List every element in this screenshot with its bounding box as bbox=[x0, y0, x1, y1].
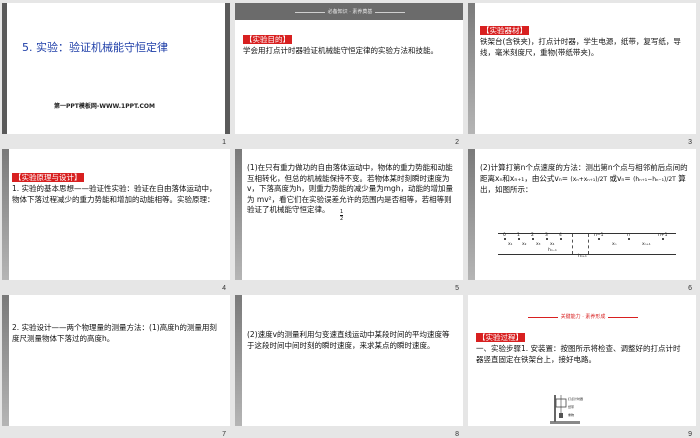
tape-dot bbox=[560, 238, 562, 240]
tape-dot bbox=[598, 238, 600, 240]
slide-side-strip bbox=[2, 295, 9, 426]
tape-label: n bbox=[627, 233, 630, 238]
tape-label: 4 bbox=[559, 233, 562, 238]
section-tag: 【实验目的】 bbox=[243, 35, 292, 44]
slide-border-right bbox=[225, 3, 230, 134]
tape-label: n−1 bbox=[594, 233, 604, 238]
slide-thumbnail[interactable]: 2. 实验设计——两个物理量的测量方法：(1)高度h的测量用刻度尺测量物体下落过… bbox=[2, 295, 230, 426]
slide-number: 4 bbox=[222, 285, 226, 292]
fraction-denominator: 2 bbox=[340, 216, 344, 222]
slide-body: 1. 实验的基本思想——验证性实验：验证在自由落体运动中，物体下落过程减少的重力… bbox=[12, 184, 217, 204]
slide-side-strip bbox=[468, 3, 475, 134]
slide-thumbnail[interactable]: 【实验器材】 铁架台(含铁夹)，打点计时器，学生电源，纸带，复写纸，导线，毫米刻… bbox=[468, 3, 696, 134]
tape-label: 1 bbox=[517, 233, 520, 238]
section-ribbon: 必备知识 · 素养奠基 bbox=[295, 8, 405, 17]
slide-title: 5. 实验：验证机械能守恒定律 bbox=[22, 41, 168, 54]
tape-h-label: hₙ₋₁ bbox=[548, 248, 557, 253]
slide-grid: 5. 实验：验证机械能守恒定律 第一PPT模板网-WWW.1PPT.COM 1 … bbox=[0, 0, 700, 438]
slide-body: 铁架台(含铁夹)，打点计时器，学生电源，纸带，复写纸，导线，毫米刻度尺，重物(带… bbox=[480, 37, 681, 57]
section-tag: 【实验过程】 bbox=[476, 333, 525, 342]
slide-thumbnail[interactable]: (2)速度v的测量利用匀变速直线运动中某段时间的平均速度等于这段时间中间时刻的瞬… bbox=[235, 295, 463, 426]
slide-number: 2 bbox=[455, 139, 459, 146]
tape-x-label: x₄ bbox=[550, 242, 555, 247]
slide-side-strip bbox=[235, 149, 242, 280]
tape-label: 2 bbox=[531, 233, 534, 238]
tape-label: n+1 bbox=[658, 233, 668, 238]
slide-number: 9 bbox=[688, 431, 692, 438]
formula-vn-2: (hₙ₊₁−hₙ₋₁)/2T bbox=[633, 175, 676, 183]
slide-thumbnail[interactable]: (2)计算打第n个点速度的方法：测出第n个点与相邻前后点间的距离xₙ和xₙ₊₁，… bbox=[468, 149, 696, 280]
slide-cell-1[interactable]: 5. 实验：验证机械能守恒定律 第一PPT模板网-WWW.1PPT.COM 1 bbox=[0, 0, 233, 146]
slide-cell-4[interactable]: 【实验原理与设计】 1. 实验的基本思想——验证性实验：验证在自由落体运动中，物… bbox=[0, 146, 233, 292]
slide-footer: 第一PPT模板网-WWW.1PPT.COM bbox=[54, 103, 155, 110]
tape-label: 3 bbox=[545, 233, 548, 238]
slide-thumbnail[interactable]: (1)在只有重力做功的自由落体运动中，物体的重力势能和动能互相转化，但总的机械能… bbox=[235, 149, 463, 280]
slide-body: (2)速度v的测量利用匀变速直线运动中某段时间的平均速度等于这段时间中间时刻的瞬… bbox=[247, 330, 450, 350]
fraction-half: 1 2 bbox=[340, 209, 344, 222]
slide-body: 2. 实验设计——两个物理量的测量方法：(1)高度h的测量用刻度尺测量物体下落过… bbox=[12, 323, 217, 343]
ribbon-label: 关键能力 · 素养形成 bbox=[557, 314, 609, 320]
formula-or: 或vₙ= bbox=[609, 173, 631, 183]
slide-side-strip bbox=[468, 149, 475, 280]
slide-number: 1 bbox=[222, 139, 226, 146]
fraction-numerator: 1 bbox=[340, 209, 344, 216]
ribbon-label: 必备知识 · 素养奠基 bbox=[324, 9, 376, 15]
tape-x-label: x₃ bbox=[536, 242, 541, 247]
slide-number: 7 bbox=[222, 431, 226, 438]
diagram-label: 打点计时器 bbox=[568, 396, 583, 401]
tape-dot bbox=[504, 238, 506, 240]
tape-dot bbox=[662, 238, 664, 240]
tape-dot bbox=[518, 238, 520, 240]
section-tag: 【实验原理与设计】 bbox=[12, 173, 84, 182]
diagram-label: 重物 bbox=[568, 412, 574, 417]
slide-cell-6[interactable]: (2)计算打第n个点速度的方法：测出第n个点与相邻前后点间的距离xₙ和xₙ₊₁，… bbox=[466, 146, 699, 292]
slide-thumbnail[interactable]: 【实验原理与设计】 1. 实验的基本思想——验证性实验：验证在自由落体运动中，物… bbox=[2, 149, 230, 280]
slide-cell-5[interactable]: (1)在只有重力做功的自由落体运动中，物体的重力势能和动能互相转化，但总的机械能… bbox=[233, 146, 466, 292]
slide-thumbnail[interactable]: 5. 实验：验证机械能守恒定律 第一PPT模板网-WWW.1PPT.COM bbox=[2, 3, 230, 134]
slide-thumbnail[interactable]: 必备知识 · 素养奠基 【实验目的】 学会用打点计时器验证机械能守恒定律的实验方… bbox=[235, 3, 463, 134]
slide-cell-2[interactable]: 必备知识 · 素养奠基 【实验目的】 学会用打点计时器验证机械能守恒定律的实验方… bbox=[233, 0, 466, 146]
formula-vn-1: (xₙ+xₙ₊₁)/2T bbox=[570, 175, 608, 183]
slide-number: 8 bbox=[455, 431, 459, 438]
tape-cut bbox=[572, 234, 573, 254]
tape-cut bbox=[588, 234, 589, 254]
tape-dot bbox=[546, 238, 548, 240]
tape-dot bbox=[628, 238, 630, 240]
tape-x-label: x₁ bbox=[508, 242, 513, 247]
slide-thumbnail[interactable]: 关键能力 · 素养形成 【实验过程】 一、实验步骤1. 安装置：按图所示将检查、… bbox=[468, 295, 696, 426]
slide-side-strip bbox=[235, 295, 242, 426]
tape-x-label: xₙ bbox=[612, 242, 617, 247]
apparatus-diagram: 打点计时器 纸带 重物 bbox=[550, 395, 583, 424]
slide-cell-3[interactable]: 【实验器材】 铁架台(含铁夹)，打点计时器，学生电源，纸带，复写纸，导线，毫米刻… bbox=[466, 0, 699, 146]
tape-dot bbox=[532, 238, 534, 240]
slide-body: 学会用打点计时器验证机械能守恒定律的实验方法和技能。 bbox=[243, 46, 438, 55]
slide-number: 3 bbox=[688, 139, 692, 146]
weight bbox=[559, 413, 563, 418]
slide-cell-7[interactable]: 2. 实验设计——两个物理量的测量方法：(1)高度h的测量用刻度尺测量物体下落过… bbox=[0, 292, 233, 438]
paper-tape-diagram: 0 1 2 3 4 n−1 n n+1 x₁ x₂ x₃ x₄ xₙ xₙ₊₁ … bbox=[498, 233, 676, 259]
slide-number: 6 bbox=[688, 285, 692, 292]
slide-body: 一、实验步骤1. 安装置：按图所示将检查、调整好的打点计时器竖直固定在铁架台上，… bbox=[476, 344, 681, 364]
slide-border-left bbox=[2, 3, 7, 134]
slide-cell-8[interactable]: (2)速度v的测量利用匀变速直线运动中某段时间的平均速度等于这段时间中间时刻的瞬… bbox=[233, 292, 466, 438]
section-tag: 【实验器材】 bbox=[480, 26, 529, 35]
tape-x-label: x₂ bbox=[522, 242, 527, 247]
slide-body: (1)在只有重力做功的自由落体运动中，物体的重力势能和动能互相转化，但总的机械能… bbox=[247, 163, 454, 214]
tape-x-label: xₙ₊₁ bbox=[642, 242, 651, 247]
tape-h-label: hₙ₊₁ bbox=[578, 254, 587, 259]
slide-side-strip bbox=[2, 149, 9, 280]
slide-number: 5 bbox=[455, 285, 459, 292]
diagram-label: 纸带 bbox=[568, 404, 574, 409]
tape-label: 0 bbox=[503, 233, 506, 238]
section-ribbon: 关键能力 · 素养形成 bbox=[528, 313, 638, 322]
slide-cell-9[interactable]: 关键能力 · 素养形成 【实验过程】 一、实验步骤1. 安装置：按图所示将检查、… bbox=[466, 292, 699, 438]
